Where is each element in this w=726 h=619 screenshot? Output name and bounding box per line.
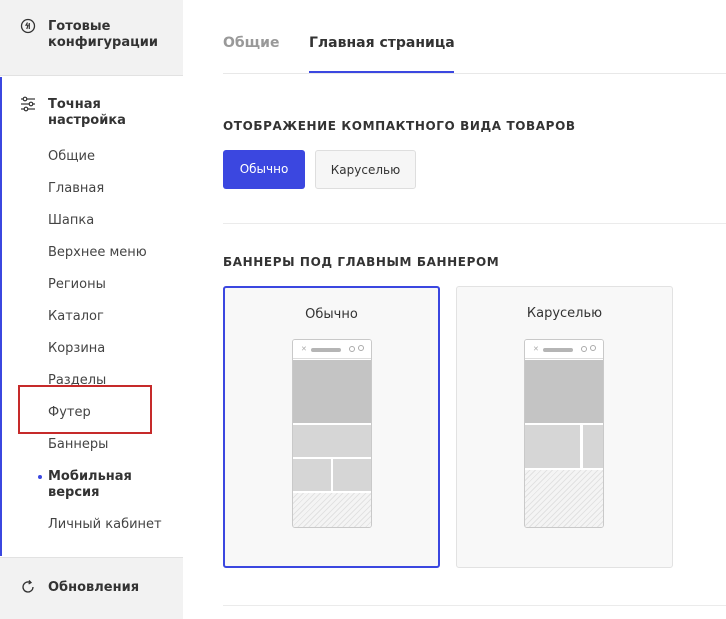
settings-icon (581, 346, 587, 352)
phone-topbar: ✕ (525, 340, 603, 359)
sliders-icon (21, 96, 35, 112)
search-icon (590, 345, 596, 351)
close-icon: ✕ (301, 345, 307, 353)
banner-wide-block (293, 425, 371, 457)
section-divider (223, 223, 726, 224)
compact-normal-button[interactable]: Обычно (223, 150, 305, 189)
banners-title: БАННЕРЫ ПОД ГЛАВНЫМ БАННЕРОМ (223, 255, 500, 269)
sidebar-nav: Общие Главная Шапка Верхнее меню Регионы… (38, 149, 162, 549)
sidebar-item-account[interactable]: Личный кабинет (48, 517, 162, 549)
banner-option-normal[interactable]: Обычно ✕ (223, 286, 440, 568)
banner-option-normal-label: Обычно (305, 307, 358, 322)
updates-label: Обновления (48, 580, 140, 595)
banner-option-carousel-label: Каруселью (526, 306, 603, 321)
banner-half-right-block (333, 459, 371, 491)
sidebar-item-regions[interactable]: Регионы (48, 277, 162, 309)
banner-option-carousel[interactable]: Каруселью ✕ (456, 286, 673, 568)
tab-home-page[interactable]: Главная страница (309, 34, 455, 52)
circle-arrows-icon (20, 18, 36, 34)
sidebar-section-presets[interactable]: Готовые конфигурации (0, 0, 183, 76)
sidebar-section-updates[interactable]: Обновления (0, 557, 183, 619)
sidebar-item-footer[interactable]: Футер (48, 405, 162, 437)
sidebar-item-banners[interactable]: Баннеры (48, 437, 162, 469)
compact-view-title: ОТОБРАЖЕНИЕ КОМПАКТНОГО ВИДА ТОВАРОВ (223, 119, 576, 133)
sidebar-item-home[interactable]: Главная (48, 181, 162, 213)
main-banner-block (293, 360, 371, 423)
settings-icon (349, 346, 355, 352)
refresh-icon (22, 580, 34, 593)
content-placeholder (525, 470, 603, 527)
main-banner-block (525, 360, 603, 423)
tab-general[interactable]: Общие (223, 34, 279, 52)
phone-preview-normal: ✕ (292, 339, 372, 528)
tab-bar: Общие Главная страница (223, 0, 726, 74)
sidebar-item-mobile[interactable]: Мобильная версия (38, 469, 162, 517)
carousel-slide-block (525, 425, 580, 468)
search-bar-icon (311, 348, 341, 352)
search-bar-icon (543, 348, 573, 352)
sidebar-item-mobile-label: Мобильная версия (48, 469, 132, 500)
carousel-next-slide-block (583, 425, 603, 468)
phone-preview-carousel: ✕ (524, 339, 604, 528)
sidebar-item-header[interactable]: Шапка (48, 213, 162, 245)
presets-label: Готовые конфигурации (48, 19, 158, 50)
banner-half-left-block (293, 459, 331, 491)
fine-tuning-label[interactable]: Точная настройка (48, 97, 168, 129)
close-icon: ✕ (533, 345, 539, 353)
section-divider-bottom (223, 605, 726, 606)
active-dot (38, 475, 42, 479)
active-tab-indicator (309, 71, 454, 73)
sidebar-item-cart[interactable]: Корзина (48, 341, 162, 373)
main-content: Общие Главная страница ОТОБРАЖЕНИЕ КОМПА… (183, 0, 726, 619)
sidebar-section-fine-tuning: Точная настройка Общие Главная Шапка Вер… (0, 77, 183, 556)
sidebar: Готовые конфигурации Точная настройка Об… (0, 0, 183, 619)
content-placeholder (293, 493, 371, 527)
sidebar-item-catalog[interactable]: Каталог (48, 309, 162, 341)
sidebar-item-general[interactable]: Общие (48, 149, 162, 181)
search-icon (358, 345, 364, 351)
compact-carousel-button[interactable]: Каруселью (315, 150, 416, 189)
sidebar-item-top-menu[interactable]: Верхнее меню (48, 245, 162, 277)
phone-topbar: ✕ (293, 340, 371, 359)
sidebar-item-sections[interactable]: Разделы (48, 373, 162, 405)
